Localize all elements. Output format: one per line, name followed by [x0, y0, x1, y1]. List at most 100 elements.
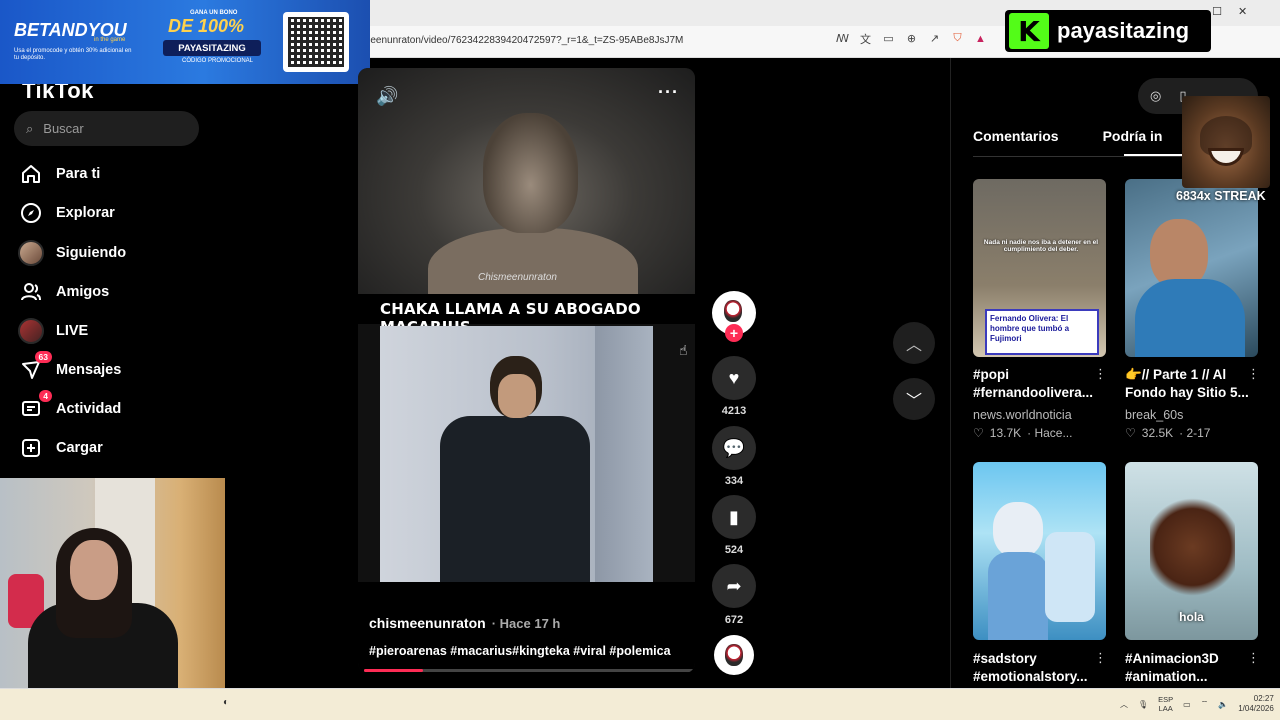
save-button[interactable]: ▮ — [712, 495, 756, 539]
video-thumbnail[interactable]: Nada ni nadie nos iba a detener en el cu… — [973, 179, 1106, 357]
tab-comentarios[interactable]: Comentarios — [973, 128, 1059, 144]
video-progress-bar[interactable] — [364, 669, 694, 672]
save-count: 524 — [724, 544, 744, 556]
video-author[interactable]: chismeenunraton · Hace 17 h — [369, 615, 560, 631]
card-menu-icon[interactable]: ⋮ — [1247, 366, 1260, 382]
nav-label: Explorar — [56, 205, 115, 221]
url-text: meenunraton/video/7623422839420472597?_r… — [362, 34, 684, 46]
comment-button[interactable]: 💬 — [712, 426, 756, 470]
brave-rewards-icon[interactable]: ▲ — [973, 31, 988, 46]
nav-label: Actividad — [56, 401, 122, 417]
streak-emote — [1182, 96, 1270, 188]
nav-item-amigos[interactable]: Amigos — [18, 277, 218, 307]
nav-item-live[interactable]: LIVE — [18, 316, 218, 346]
monitor-icon[interactable]: ▭ — [1183, 700, 1191, 709]
previous-video-button[interactable]: ︿ — [893, 322, 935, 364]
share-arrow-icon: ➦ — [726, 575, 742, 596]
comment-icon: 💬 — [722, 437, 746, 458]
card-date: · 2-17 — [1179, 426, 1211, 440]
share-button[interactable]: ➦ — [712, 564, 756, 608]
card-likes: 13.7K — [989, 426, 1022, 440]
search-box[interactable]: ⌕ Buscar — [14, 111, 199, 146]
share-icon[interactable]: ↗ — [927, 31, 942, 46]
brave-shield-icon[interactable]: ⛉ — [950, 31, 965, 46]
card-user[interactable]: news.worldnoticia — [973, 408, 1072, 422]
panel-tabs: Comentarios Podría in — [973, 128, 1162, 144]
nav-label: Amigos — [56, 284, 110, 300]
video-watermark: Chismeenunraton — [478, 272, 557, 283]
post-time: · Hace 17 h — [491, 616, 561, 631]
ad-bono: DE 100% — [168, 16, 245, 36]
zoom-icon[interactable]: ⊕ — [904, 31, 919, 46]
video-thumbnail[interactable] — [973, 462, 1106, 640]
video-hashtags[interactable]: #pieroarenas #macarius#kingteka #viral #… — [369, 644, 671, 658]
ad-promo-label: CÓDIGO PROMOCIONAL — [182, 58, 254, 64]
more-options-icon[interactable]: ··· — [658, 82, 679, 103]
card-title[interactable]: 👉// Parte 1 // Al Fondo hay Sitio 5... — [1125, 366, 1253, 402]
video-frame-top: Chismeenunraton — [358, 68, 695, 318]
streak-counter: 6834x STREAK — [1176, 189, 1266, 203]
taskbar — [0, 688, 1280, 720]
tray-chevron-icon[interactable]: ︿ — [1120, 699, 1128, 710]
tab-podria-interesarte[interactable]: Podría in — [1103, 128, 1163, 144]
video-thumbnail[interactable]: hola — [1125, 462, 1258, 640]
system-tray: ︿ 🎙 ESP LAA ▭ ⌔ 🔈 02:27 1/04/2026 — [1120, 694, 1274, 715]
search-placeholder: Buscar — [43, 121, 84, 136]
card-meta: ♡ 13.7K · Hace... — [973, 426, 1072, 440]
thumbnail-overlay-text: hola — [1179, 610, 1204, 624]
streamer-webcam — [0, 478, 225, 690]
video-thumbnail[interactable] — [1125, 179, 1258, 357]
author-name: chismeenunraton — [369, 615, 486, 631]
microphone-icon[interactable]: 🎙 — [1138, 700, 1148, 709]
card-user[interactable]: break_60s — [1125, 408, 1183, 422]
screenshot-icon[interactable]: ▭ — [881, 31, 896, 46]
nav-label: Siguiendo — [56, 245, 127, 261]
thumbnail-caption: Fernando Olivera: El hombre que tumbó a … — [985, 309, 1099, 355]
close-button[interactable]: ✕ — [1238, 5, 1247, 18]
taskbar-app-icon[interactable]: ◐ — [223, 697, 229, 708]
next-video-button[interactable]: ﹀ — [893, 378, 935, 420]
volume-tray-icon[interactable]: 🔈 — [1218, 700, 1228, 709]
chevron-up-icon: ︿ — [905, 337, 922, 354]
heart-outline-icon: ♡ — [973, 426, 984, 440]
messages-icon: 63 — [18, 351, 52, 383]
nav-item-mensajes[interactable]: 63 Mensajes — [18, 351, 218, 385]
video-player[interactable]: Chismeenunraton 🔊 ··· CHAKA LLAMA A SU A… — [358, 68, 695, 673]
card-menu-icon[interactable]: ⋮ — [1247, 650, 1260, 666]
bookmark-icon: ▮ — [729, 506, 739, 527]
card-date: · Hace... — [1027, 426, 1073, 440]
compass-small-icon[interactable]: ◎ — [1150, 88, 1161, 104]
kick-logo: K — [1009, 13, 1049, 49]
qr-code — [283, 12, 349, 72]
card-title[interactable]: #popi #fernandoolivera... — [973, 366, 1101, 402]
maximize-button[interactable]: ☐ — [1212, 5, 1222, 18]
card-title[interactable]: #sadstory #emotionalstory... — [973, 650, 1101, 686]
progress-fill — [364, 669, 424, 672]
system-clock[interactable]: 02:27 1/04/2026 — [1238, 694, 1274, 715]
nav-item-cargar[interactable]: Cargar — [18, 433, 218, 463]
nav-item-actividad[interactable]: 4 Actividad — [18, 390, 218, 424]
volume-icon[interactable]: 🔊 — [376, 86, 398, 107]
input-language[interactable]: ESP LAA — [1158, 695, 1173, 713]
nav-label: Mensajes — [56, 362, 122, 378]
heart-outline-icon: ♡ — [1125, 426, 1136, 440]
nav-item-para-ti[interactable]: Para ti — [18, 159, 218, 189]
reader-icon[interactable]: ꟿ — [835, 31, 850, 46]
like-button[interactable]: ♥ — [712, 356, 756, 400]
nav-item-explorar[interactable]: Explorar — [18, 198, 218, 228]
card-title[interactable]: #Animacion3D #animation... — [1125, 650, 1253, 686]
activity-icon: 4 — [18, 390, 52, 422]
kick-channel-name: payasitazing — [1057, 18, 1190, 43]
card-menu-icon[interactable]: ⋮ — [1094, 366, 1107, 382]
search-icon: ⌕ — [26, 120, 34, 136]
follow-button[interactable]: + — [725, 324, 743, 342]
chevron-down-icon: ﹀ — [905, 393, 922, 410]
translate-icon[interactable]: 文 — [858, 31, 873, 46]
home-icon — [18, 161, 44, 187]
upload-icon — [18, 435, 44, 461]
card-menu-icon[interactable]: ⋮ — [1094, 650, 1107, 666]
nav-item-siguiendo[interactable]: Siguiendo — [18, 238, 218, 268]
music-disc[interactable] — [714, 635, 754, 675]
heart-icon: ♥ — [728, 367, 740, 388]
network-icon[interactable]: ⌔ — [1201, 699, 1209, 709]
